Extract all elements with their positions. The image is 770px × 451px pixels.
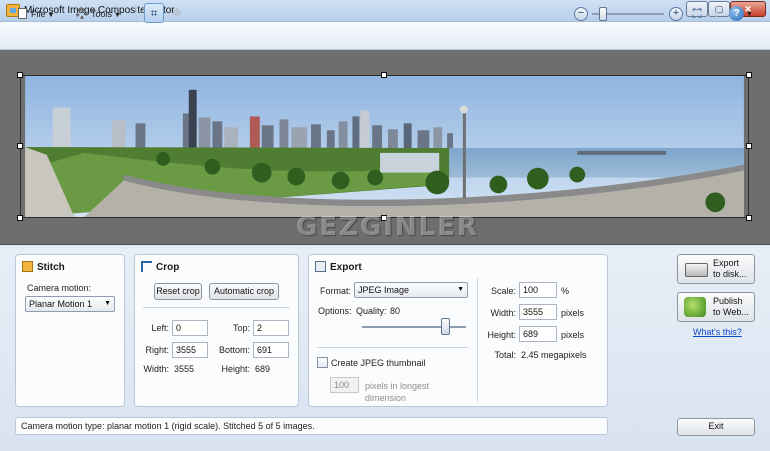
camera-motion-select[interactable]: Planar Motion 1 ▼: [25, 296, 115, 312]
publish-to-web-line2: to Web...: [713, 307, 749, 317]
crop-handle[interactable]: [17, 72, 23, 78]
crop-title: Crop: [156, 262, 180, 273]
toolbar-divider: [716, 5, 717, 23]
camera-motion-label: Camera motion:: [27, 283, 92, 293]
height-label: Height:: [221, 364, 250, 374]
disk-icon: [685, 263, 708, 277]
options-label: Options:: [318, 306, 352, 316]
top-field[interactable]: 2: [253, 320, 289, 336]
crop-handle[interactable]: [746, 72, 752, 78]
crop-handle[interactable]: [746, 215, 752, 221]
export-to-disk-line2: to disk...: [713, 269, 747, 279]
export-height-unit: pixels: [561, 330, 585, 340]
divider: [317, 347, 468, 348]
crop-icon: [141, 261, 152, 272]
create-thumbnail-checkbox[interactable]: [317, 357, 328, 368]
export-to-disk-label: Export to disk...: [713, 258, 747, 280]
leaf-icon: [684, 297, 706, 317]
chevron-down-icon: ▼: [746, 11, 753, 18]
export-height-label: Height:: [487, 330, 516, 340]
export-height-field[interactable]: 689: [519, 326, 557, 342]
rotate-icon: ✥: [172, 6, 183, 20]
publish-to-web-label: Publish to Web...: [713, 296, 749, 318]
help-button[interactable]: ? ▼: [729, 6, 759, 23]
bottom-field[interactable]: 691: [253, 342, 289, 358]
quality-value: 80: [390, 306, 401, 316]
watermark: GEZGINLER: [296, 212, 480, 242]
stitch-icon: [22, 261, 33, 272]
height-value: 689: [255, 364, 271, 374]
export-icon: [315, 261, 326, 272]
thumbnail-size-field[interactable]: 100: [330, 377, 359, 393]
stitch-panel: [15, 254, 125, 407]
format-select[interactable]: JPEG Image ▼: [354, 282, 468, 298]
export-to-disk-button[interactable]: Export to disk...: [677, 254, 755, 284]
crop-handle[interactable]: [381, 72, 387, 78]
create-thumbnail-label: Create JPEG thumbnail: [331, 358, 426, 368]
publish-to-web-line1: Publish: [713, 296, 743, 306]
thumbnail-unit-label-2: dimension: [365, 393, 407, 403]
right-label: Right:: [145, 345, 169, 355]
help-icon: ?: [729, 6, 744, 21]
quality-label: Quality:: [356, 306, 387, 316]
toolbar: [0, 22, 770, 50]
zoom-in-icon[interactable]: +: [669, 7, 683, 21]
left-label: Left:: [151, 323, 169, 333]
whats-this-link[interactable]: What's this?: [693, 327, 742, 337]
total-value: 2.45 megapixels: [521, 350, 587, 360]
format-value: JPEG Image: [358, 285, 410, 295]
chevron-down-icon: ▼: [47, 12, 55, 19]
stitch-heading: Stitch: [22, 261, 65, 273]
stitch-title: Stitch: [37, 262, 65, 273]
chevron-down-icon: ▼: [104, 300, 111, 307]
automatic-crop-button[interactable]: Automatic crop: [209, 283, 279, 300]
scale-label: Scale:: [490, 286, 516, 296]
tools-menu-label: Tools: [91, 9, 113, 19]
export-heading: Export: [315, 261, 362, 273]
width-label: Width:: [143, 364, 169, 374]
export-title: Export: [330, 262, 362, 273]
crop-handle[interactable]: [746, 143, 752, 149]
camera-motion-value: Planar Motion 1: [29, 299, 93, 309]
scale-field[interactable]: 100: [519, 282, 557, 298]
publish-to-web-button[interactable]: Publish to Web...: [677, 292, 755, 322]
export-width-label: Width:: [490, 308, 516, 318]
quality-slider-thumb[interactable]: [440, 318, 450, 335]
export-to-disk-line1: Export: [713, 258, 740, 268]
document-icon: [18, 8, 27, 19]
zoom-out-icon[interactable]: −: [574, 7, 588, 21]
reset-crop-button[interactable]: Reset crop: [154, 283, 202, 300]
export-width-field[interactable]: 3555: [519, 304, 557, 320]
panorama-image: [20, 75, 749, 218]
top-label: Top:: [232, 323, 250, 333]
thumbnail-unit-label: pixels in longest: [365, 381, 430, 391]
width-value: 3555: [174, 364, 195, 374]
right-field[interactable]: 3555: [172, 342, 208, 358]
tools-menu[interactable]: Tools ▼: [76, 6, 121, 22]
left-field[interactable]: 0: [172, 320, 208, 336]
crop-handle[interactable]: [17, 143, 23, 149]
exit-button[interactable]: Exit: [677, 418, 755, 436]
maximize-button[interactable]: ▢: [708, 1, 730, 17]
status-bar: Camera motion type: planar motion 1 (rig…: [15, 417, 608, 435]
divider: [143, 307, 290, 308]
zoom-slider-thumb[interactable]: [598, 7, 607, 21]
gear-icon: [76, 8, 87, 19]
toolbar-divider: [136, 5, 137, 23]
divider: [477, 278, 478, 402]
chevron-down-icon: ▼: [114, 12, 121, 19]
crop-handle[interactable]: [17, 215, 23, 221]
file-menu[interactable]: File ▼: [18, 6, 54, 22]
quality-slider[interactable]: [362, 326, 466, 328]
format-label: Format:: [320, 286, 352, 296]
file-menu-label: File: [31, 9, 46, 19]
fit-to-window-icon[interactable]: ⛶: [690, 7, 704, 21]
total-label: Total:: [494, 350, 516, 360]
chevron-down-icon: ▼: [457, 286, 464, 293]
scale-unit: %: [561, 286, 570, 296]
crop-heading: Crop: [141, 261, 179, 273]
export-width-unit: pixels: [561, 308, 585, 318]
crop-icon[interactable]: ⌗: [144, 3, 164, 23]
bottom-label: Bottom:: [218, 345, 250, 355]
